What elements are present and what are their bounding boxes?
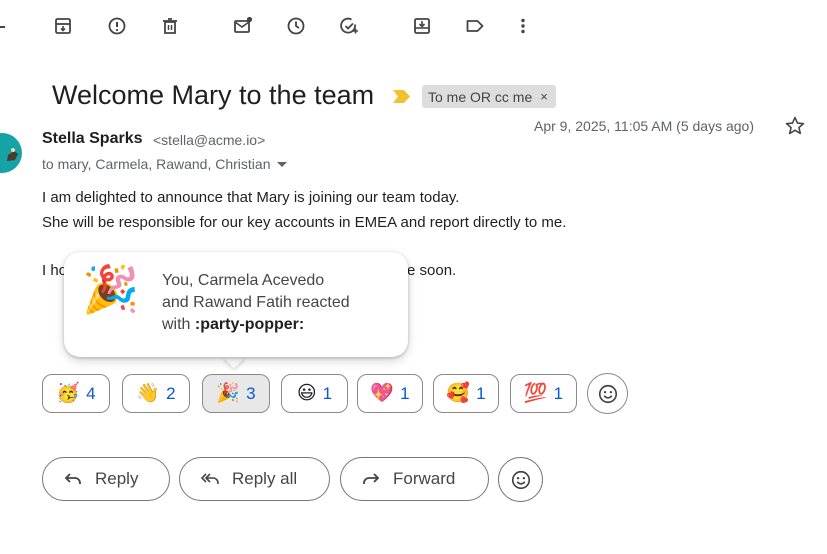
body-line-3-end: e soon. bbox=[407, 262, 457, 279]
reaction-chip-party-popper[interactable]: 🎉 3 bbox=[202, 374, 270, 413]
tooltip-reaction-code: :party-popper: bbox=[194, 316, 305, 333]
more-icon[interactable] bbox=[512, 15, 534, 37]
reaction-count: 1 bbox=[476, 383, 486, 403]
star-icon[interactable] bbox=[784, 115, 806, 137]
reply-all-icon bbox=[200, 473, 219, 484]
reaction-emoji: 😃 bbox=[296, 383, 317, 404]
body-line-1: I am delighted to announce that Mary is … bbox=[42, 189, 460, 206]
reply-label: Reply bbox=[95, 469, 139, 488]
smiley-icon bbox=[598, 384, 617, 403]
sender-email: <stella@acme.io> bbox=[153, 132, 266, 148]
reaction-emoji: 🎉 bbox=[216, 383, 241, 404]
reaction-emoji: 🥳 bbox=[56, 383, 81, 404]
tooltip-line-2: and Rawand Fatih reacted bbox=[162, 294, 350, 311]
body-line-2: She will be responsible for our key acco… bbox=[42, 214, 567, 231]
reply-all-label: Reply all bbox=[232, 469, 298, 488]
delete-icon[interactable] bbox=[159, 15, 181, 37]
reaction-count: 4 bbox=[86, 383, 96, 403]
reaction-count: 3 bbox=[246, 383, 256, 403]
party-popper-emoji: 🎉 bbox=[82, 263, 140, 315]
recipients-text: to mary, Carmela, Rawand, Christian bbox=[42, 156, 271, 172]
toolbar-divider bbox=[0, 26, 5, 28]
reaction-chip-waving-hand[interactable]: 👋 2 bbox=[122, 374, 190, 413]
reaction-count: 1 bbox=[553, 383, 564, 403]
reaction-count: 2 bbox=[166, 383, 176, 403]
label-chip-text: To me OR cc me bbox=[428, 88, 533, 105]
forward-label: Forward bbox=[393, 469, 456, 488]
reaction-emoji: 🥰 bbox=[446, 383, 471, 404]
emoji-reaction-button[interactable] bbox=[498, 457, 543, 502]
reaction-chip-smiling-hearts[interactable]: 🥰 1 bbox=[433, 374, 499, 413]
recipients-line[interactable]: to mary, Carmela, Rawand, Christian bbox=[42, 156, 288, 172]
tooltip-line-1: You, Carmela Acevedo bbox=[162, 272, 325, 289]
reaction-chip-hundred-points[interactable]: 💯 1 bbox=[510, 374, 577, 413]
reaction-tooltip: 🎉 You, Carmela Acevedo and Rawand Fatih … bbox=[64, 252, 408, 357]
mark-unread-icon[interactable] bbox=[232, 15, 254, 37]
label-icon[interactable] bbox=[464, 15, 486, 37]
important-marker-icon[interactable] bbox=[393, 90, 410, 103]
smiley-icon bbox=[511, 470, 530, 489]
reaction-emoji: 💯 bbox=[523, 383, 548, 404]
reply-all-button[interactable]: Reply all bbox=[179, 457, 330, 501]
tooltip-text: You, Carmela Acevedo and Rawand Fatih re… bbox=[162, 270, 350, 336]
add-reaction-button[interactable] bbox=[587, 373, 628, 414]
snooze-icon[interactable] bbox=[285, 15, 307, 37]
remove-label-icon[interactable]: × bbox=[540, 89, 548, 104]
reaction-count: 1 bbox=[400, 383, 410, 403]
tooltip-with: with bbox=[162, 316, 195, 333]
add-to-tasks-icon[interactable] bbox=[338, 15, 360, 37]
reaction-chip-sparkling-heart[interactable]: 💖 1 bbox=[357, 374, 423, 413]
reaction-chip-smiley[interactable]: 😃 1 bbox=[281, 374, 348, 413]
label-chip[interactable]: To me OR cc me × bbox=[422, 85, 556, 108]
chevron-down-icon[interactable] bbox=[277, 161, 288, 167]
avatar[interactable] bbox=[0, 133, 22, 173]
reaction-emoji: 👋 bbox=[136, 383, 161, 404]
tooltip-line-3: with :party-popper: bbox=[162, 314, 350, 336]
reaction-count: 1 bbox=[322, 383, 333, 403]
reply-button[interactable]: Reply bbox=[42, 457, 170, 501]
move-to-icon[interactable] bbox=[411, 15, 433, 37]
reaction-emoji: 💖 bbox=[370, 383, 395, 404]
reaction-chip-partying-face[interactable]: 🥳 4 bbox=[42, 374, 110, 413]
email-date: Apr 9, 2025, 11:05 AM (5 days ago) bbox=[534, 118, 754, 134]
reply-icon bbox=[64, 473, 81, 484]
forward-icon bbox=[363, 473, 380, 484]
archive-icon[interactable] bbox=[52, 15, 74, 37]
report-spam-icon[interactable] bbox=[106, 15, 128, 37]
forward-button[interactable]: Forward bbox=[340, 457, 489, 501]
email-subject: Welcome Mary to the team bbox=[52, 80, 375, 110]
sender-name[interactable]: Stella Sparks bbox=[42, 130, 143, 148]
